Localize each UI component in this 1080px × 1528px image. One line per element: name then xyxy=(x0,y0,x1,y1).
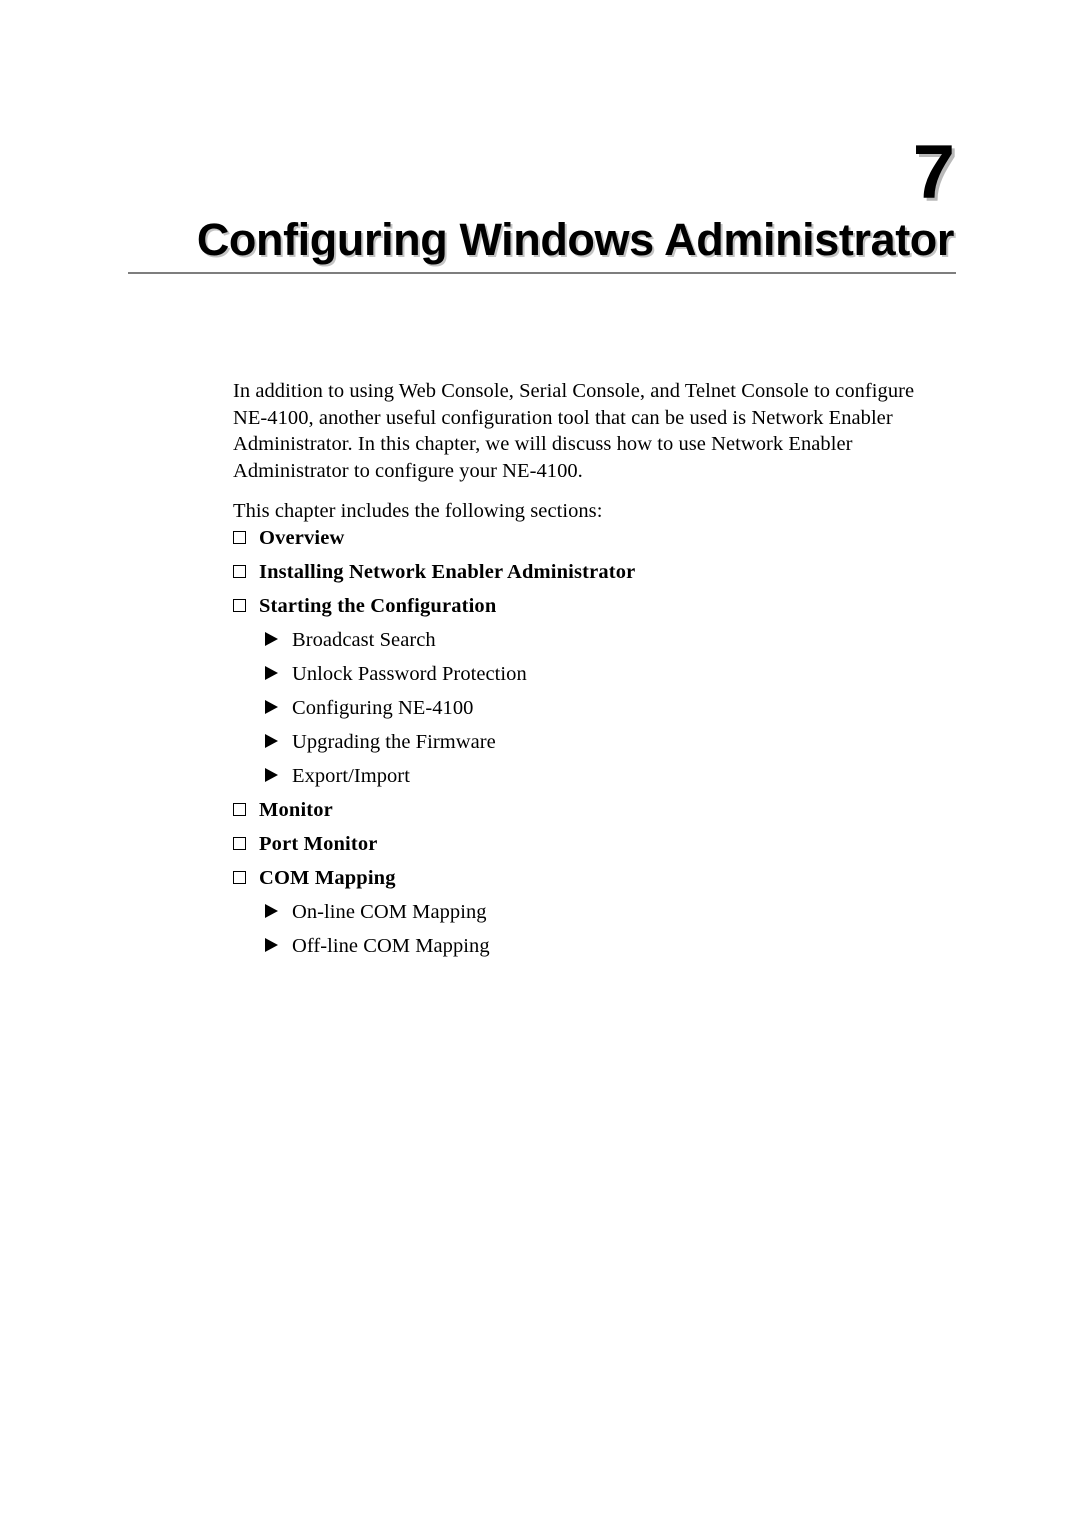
section-item[interactable]: Monitor xyxy=(233,793,943,827)
arrow-glyph xyxy=(265,666,278,681)
section-label: Upgrading the Firmware xyxy=(292,731,496,753)
square-bullet-icon xyxy=(233,828,259,862)
title-divider xyxy=(128,272,956,274)
subsection-item[interactable]: On-line COM Mapping xyxy=(233,895,943,929)
section-item[interactable]: Port Monitor xyxy=(233,827,943,861)
square-bullet-icon xyxy=(233,590,259,624)
subsection-item[interactable]: Configuring NE-4100 xyxy=(233,691,943,725)
section-label: Off-line COM Mapping xyxy=(292,935,490,957)
arrow-bullet-icon xyxy=(265,896,292,930)
arrow-bullet-icon xyxy=(265,930,292,964)
arrow-glyph xyxy=(265,938,278,953)
arrow-bullet-icon xyxy=(265,624,292,658)
subsection-item[interactable]: Off-line COM Mapping xyxy=(233,929,943,963)
square-glyph xyxy=(233,802,246,816)
section-label: Installing Network Enabler Administrator xyxy=(259,561,636,583)
subsection-item[interactable]: Export/Import xyxy=(233,759,943,793)
section-label: Export/Import xyxy=(292,765,410,787)
section-item[interactable]: Installing Network Enabler Administrator xyxy=(233,555,943,589)
section-label: Starting the Configuration xyxy=(259,595,497,617)
section-item[interactable]: Overview xyxy=(233,521,943,555)
square-glyph xyxy=(233,598,246,612)
section-label: COM Mapping xyxy=(259,867,396,889)
chapter-number: 7 xyxy=(912,130,955,215)
arrow-glyph xyxy=(265,768,278,783)
square-glyph xyxy=(233,836,246,850)
square-bullet-icon xyxy=(233,556,259,590)
intro-paragraph-1: In addition to using Web Console, Serial… xyxy=(233,380,915,482)
arrow-bullet-icon xyxy=(265,726,292,760)
arrow-glyph xyxy=(265,904,278,919)
square-bullet-icon xyxy=(233,862,259,896)
section-item[interactable]: Starting the Configuration xyxy=(233,589,943,623)
arrow-bullet-icon xyxy=(265,760,292,794)
section-label: Monitor xyxy=(259,799,333,821)
subsection-item[interactable]: Broadcast Search xyxy=(233,623,943,657)
arrow-glyph xyxy=(265,700,278,715)
section-label: On-line COM Mapping xyxy=(292,901,487,923)
intro-section: In addition to using Web Console, Serial… xyxy=(233,378,943,525)
section-label: Configuring NE-4100 xyxy=(292,697,474,719)
subsection-item[interactable]: Unlock Password Protection xyxy=(233,657,943,691)
section-label: Unlock Password Protection xyxy=(292,663,527,685)
square-glyph xyxy=(233,530,246,544)
chapter-section-list: Overview Installing Network Enabler Admin… xyxy=(233,521,943,963)
arrow-bullet-icon xyxy=(265,658,292,692)
square-bullet-icon xyxy=(233,794,259,828)
arrow-glyph xyxy=(265,734,278,749)
document-page: 7 Configuring Windows Administrator In a… xyxy=(0,0,1080,1528)
section-label: Overview xyxy=(259,527,345,549)
square-glyph xyxy=(233,564,246,578)
section-label: Broadcast Search xyxy=(292,629,436,651)
arrow-glyph xyxy=(265,632,278,647)
section-label: Port Monitor xyxy=(259,833,378,855)
square-glyph xyxy=(233,870,246,884)
arrow-bullet-icon xyxy=(265,692,292,726)
section-item[interactable]: COM Mapping xyxy=(233,861,943,895)
square-bullet-icon xyxy=(233,522,259,556)
chapter-title: Configuring Windows Administrator xyxy=(196,214,955,265)
chapter-header: 7 Configuring Windows Administrator xyxy=(128,130,956,282)
subsection-item[interactable]: Upgrading the Firmware xyxy=(233,725,943,759)
